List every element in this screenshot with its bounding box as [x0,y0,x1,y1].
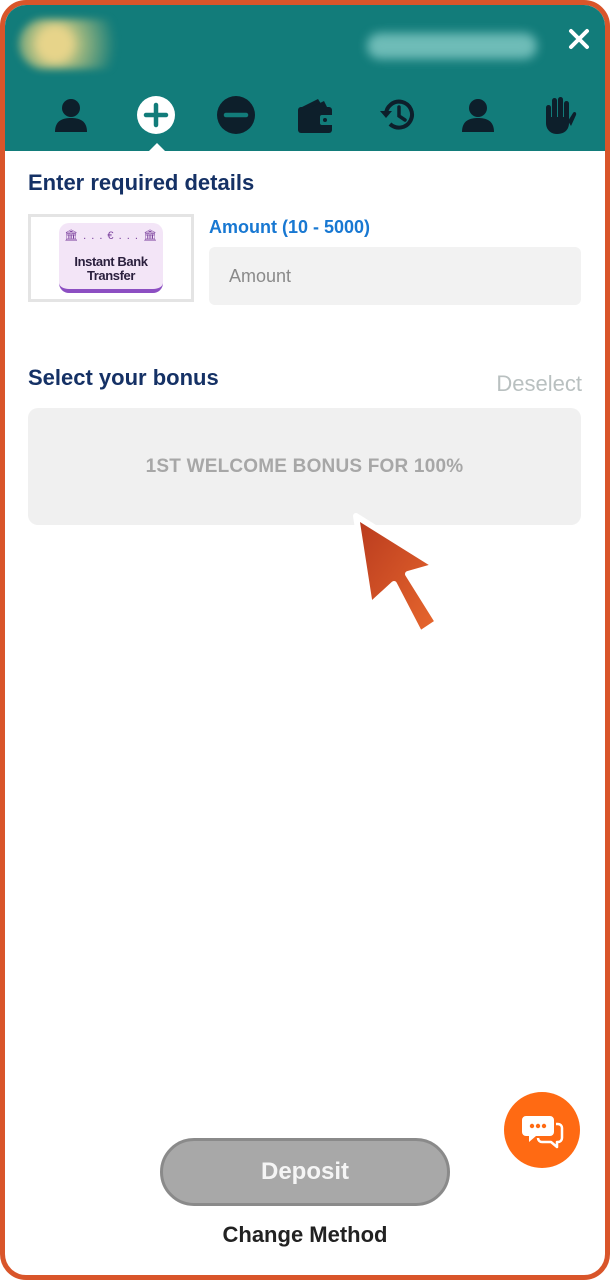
chat-icon [522,1116,564,1149]
wallet-icon [298,99,334,133]
method-glyphs: 🏛 . . . € . . . 🏛 [64,230,158,242]
tab-bar [5,93,605,151]
pointer-arrow-icon [353,513,441,637]
history-icon [380,99,414,130]
tab-responsible-gaming[interactable] [536,93,580,137]
bonus-title: Select your bonus [28,365,219,390]
bonus-option-label: 1ST WELCOME BONUS FOR 100% [145,455,464,477]
profile-icon [462,99,494,132]
method-name-line2: Transfer [86,268,136,283]
app-frame: Enter required details 🏛 . . . € . . . 🏛… [0,0,610,1280]
chat-button[interactable] [504,1092,580,1168]
method-name-line1: Instant Bank [74,254,148,269]
bonus-option[interactable]: 1ST WELCOME BONUS FOR 100% [28,408,581,525]
amount-label: Amount (10 - 5000) [209,217,371,237]
deposit-button[interactable]: Deposit [160,1138,450,1206]
amount-input[interactable] [209,247,581,305]
instant-bank-transfer-logo: 🏛 . . . € . . . 🏛 Instant Bank Transfer [59,223,163,293]
close-button[interactable] [563,23,595,55]
minus-circle-icon [217,96,255,134]
tab-wallet[interactable] [294,93,338,137]
brand-logo [19,19,139,69]
account-info [367,33,537,59]
tab-deposit[interactable] [134,93,178,151]
change-method-link[interactable]: Change Method [5,1222,605,1248]
user-icon [55,99,87,132]
tab-account[interactable] [49,93,93,137]
tab-profile[interactable] [456,93,500,137]
tab-withdraw[interactable] [214,93,258,137]
tab-history[interactable] [376,93,420,137]
plus-circle-icon [137,96,175,134]
close-icon [569,29,589,49]
header [5,5,605,151]
details-title: Enter required details [28,170,255,195]
deselect-link[interactable]: Deselect [496,371,582,397]
hand-icon [546,97,577,134]
payment-method-card[interactable]: 🏛 . . . € . . . 🏛 Instant Bank Transfer [28,214,194,302]
